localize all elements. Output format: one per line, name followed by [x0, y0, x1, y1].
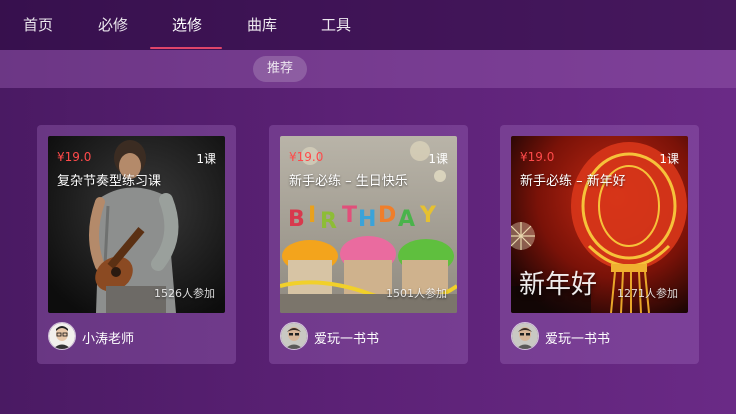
tab-song-library[interactable]: 曲库	[247, 14, 277, 38]
tab-required[interactable]: 必修	[98, 14, 128, 38]
course-price: ¥19.0	[57, 150, 92, 164]
svg-text:I: I	[308, 203, 316, 228]
filter-bar	[0, 50, 736, 88]
course-title: 复杂节奏型练习课	[57, 174, 162, 189]
lesson-count: 1课	[196, 152, 216, 166]
course-thumbnail: ¥19.0 1课 新手必练 – 新年好 新年好 1271人参加	[511, 136, 688, 313]
course-card[interactable]: B I R T H D A Y ¥19.0 1课 新手必练 – 生日快乐 150…	[269, 125, 468, 364]
course-thumbnail: ¥19.0 1课 复杂节奏型练习课 1526人参加	[48, 136, 225, 313]
author-avatar	[511, 322, 539, 350]
active-tab-indicator	[150, 47, 222, 49]
participant-count: 1271人参加	[617, 287, 678, 300]
tab-home[interactable]: 首页	[23, 14, 53, 38]
lesson-count: 1课	[428, 152, 448, 166]
course-price: ¥19.0	[289, 150, 324, 164]
course-card[interactable]: ¥19.0 1课 复杂节奏型练习课 1526人参加 小涛老师	[37, 125, 236, 364]
course-card[interactable]: ¥19.0 1课 新手必练 – 新年好 新年好 1271人参加 爱玩一书书	[500, 125, 699, 364]
participant-count: 1501人参加	[386, 287, 447, 300]
svg-text:Y: Y	[419, 203, 437, 228]
tab-elective[interactable]: 选修	[172, 14, 202, 38]
svg-text:R: R	[320, 209, 337, 234]
author-name: 爱玩一书书	[545, 332, 611, 347]
course-title: 新手必练 – 新年好	[520, 174, 626, 189]
svg-text:A: A	[398, 207, 415, 232]
author-avatar	[280, 322, 308, 350]
svg-text:T: T	[342, 203, 357, 228]
image-caption: 新年好	[519, 270, 598, 300]
course-thumbnail: B I R T H D A Y ¥19.0 1课 新手必练 – 生日快乐 150…	[280, 136, 457, 313]
course-price: ¥19.0	[520, 150, 555, 164]
svg-text:H: H	[358, 207, 376, 232]
author-name: 爱玩一书书	[314, 332, 380, 347]
author-name: 小涛老师	[82, 332, 135, 347]
lesson-count: 1课	[659, 152, 679, 166]
tab-tools[interactable]: 工具	[321, 14, 351, 38]
filter-chip-recommended[interactable]: 推荐	[253, 56, 307, 82]
top-navigation: 首页 必修 选修 曲库 工具	[0, 0, 736, 50]
author-avatar	[48, 322, 76, 350]
svg-text:D: D	[378, 203, 396, 228]
svg-text:B: B	[288, 207, 305, 232]
course-title: 新手必练 – 生日快乐	[289, 174, 408, 189]
participant-count: 1526人参加	[154, 287, 215, 300]
